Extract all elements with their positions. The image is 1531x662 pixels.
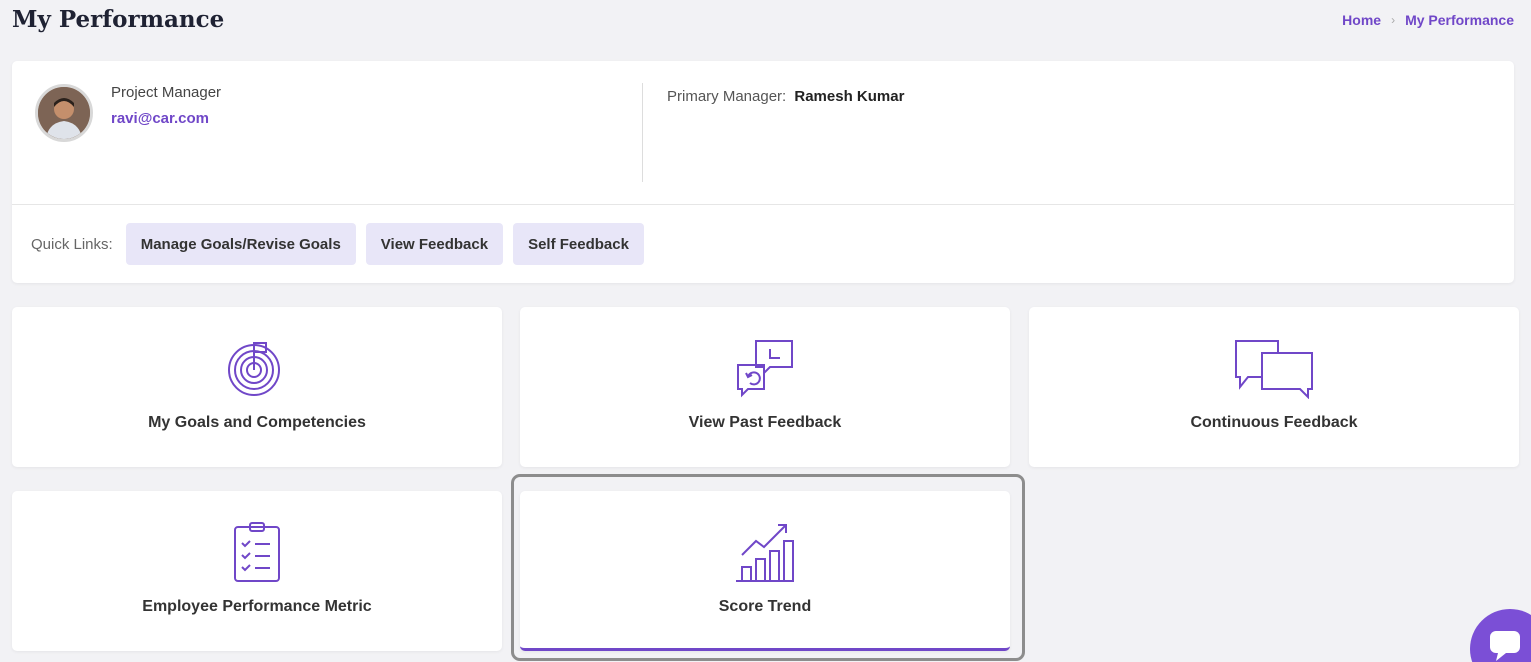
tile-employee-performance-metric[interactable]: Employee Performance Metric: [12, 491, 502, 651]
tile-continuous-feedback[interactable]: Continuous Feedback: [1029, 307, 1519, 467]
past-feedback-icon: [734, 337, 796, 399]
tile-label: Employee Performance Metric: [142, 598, 372, 615]
horizontal-divider: [12, 204, 1514, 205]
chat-support-button[interactable]: [1470, 609, 1531, 662]
avatar: [35, 84, 93, 142]
chat-icon: [1490, 631, 1520, 661]
primary-manager-label: Primary Manager:: [667, 88, 787, 105]
employee-role: Project Manager: [111, 84, 222, 101]
chevron-right-icon: ›: [1391, 13, 1396, 27]
tile-label: View Past Feedback: [688, 414, 842, 431]
selection-highlight: [511, 474, 1025, 661]
self-feedback-button[interactable]: Self Feedback: [513, 223, 644, 265]
breadcrumb-home-link[interactable]: Home: [1342, 12, 1381, 28]
page-title: My Performance: [12, 6, 225, 33]
tile-label: My Goals and Competencies: [148, 414, 366, 431]
breadcrumb: Home › My Performance: [1342, 12, 1514, 28]
tile-view-past-feedback[interactable]: View Past Feedback: [520, 307, 1010, 467]
employee-email-link[interactable]: ravi@car.com: [111, 110, 209, 127]
target-icon: [226, 337, 288, 399]
quick-links: Quick Links: Manage Goals/Revise Goals V…: [31, 223, 654, 265]
vertical-divider: [642, 83, 643, 182]
clipboard-checklist-icon: [226, 521, 288, 583]
view-feedback-button[interactable]: View Feedback: [365, 223, 504, 265]
profile-card: Project Manager ravi@car.com Primary Man…: [12, 61, 1514, 283]
primary-manager-name: Ramesh Kumar: [794, 88, 905, 105]
chat-bubbles-icon: [1234, 337, 1314, 400]
tile-my-goals[interactable]: My Goals and Competencies: [12, 307, 502, 467]
quick-links-label: Quick Links:: [31, 235, 113, 253]
tile-label: Continuous Feedback: [1190, 414, 1358, 431]
breadcrumb-current: My Performance: [1405, 12, 1514, 28]
primary-manager: Primary Manager: Ramesh Kumar: [667, 88, 904, 105]
manage-goals-button[interactable]: Manage Goals/Revise Goals: [125, 223, 356, 265]
